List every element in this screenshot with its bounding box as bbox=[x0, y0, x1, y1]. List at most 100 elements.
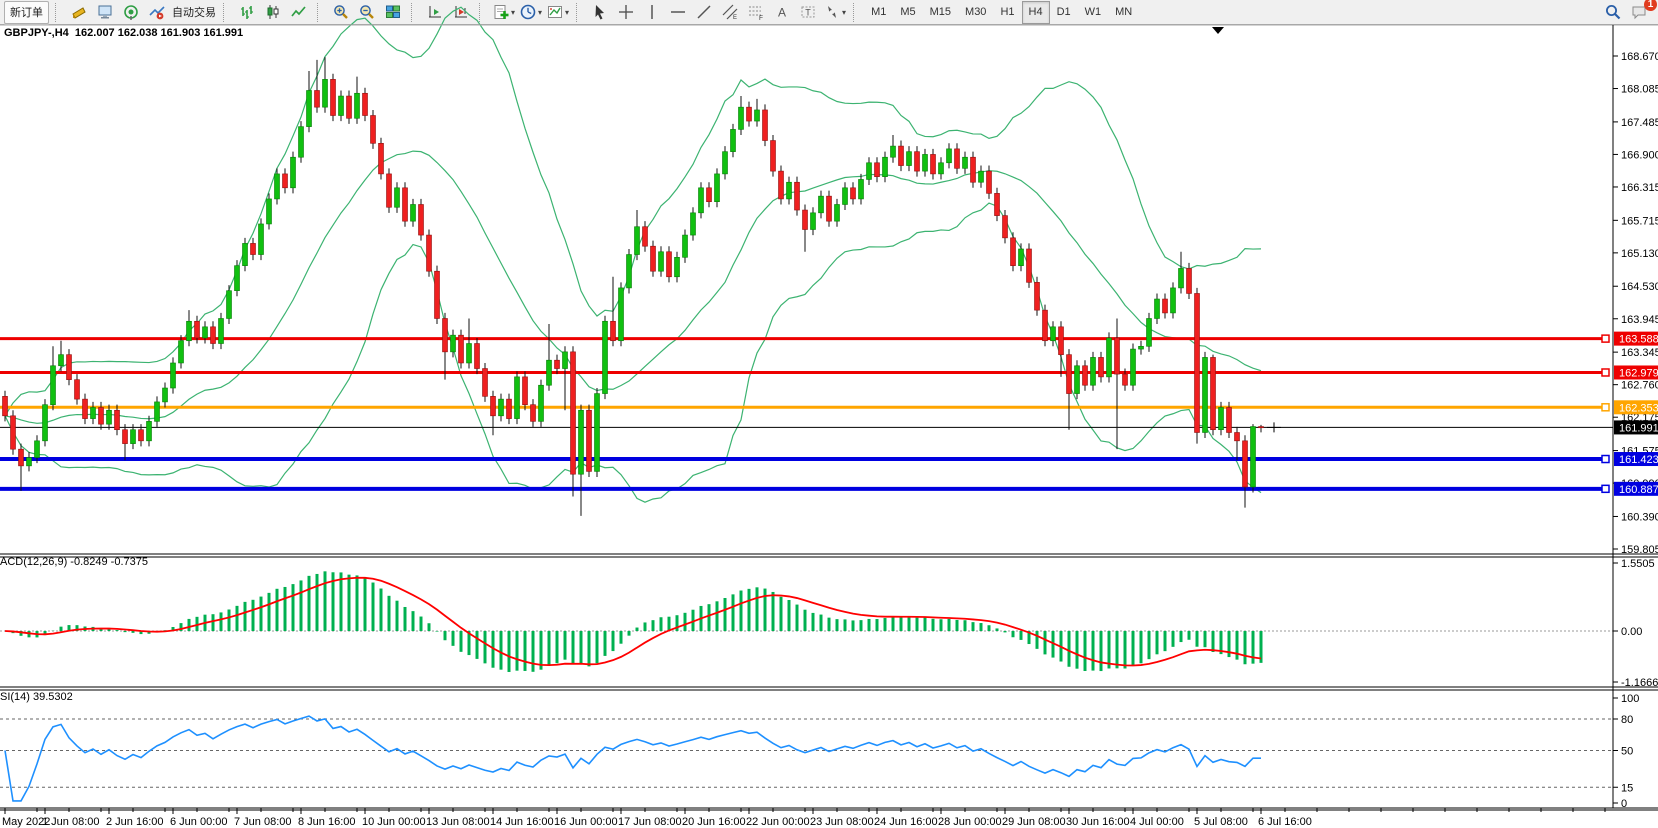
candle-down bbox=[1067, 355, 1072, 394]
candle-up bbox=[291, 157, 296, 188]
candle-up bbox=[691, 213, 696, 235]
time-axis-label: 30 Jun 16:00 bbox=[1066, 816, 1130, 828]
candle-up bbox=[299, 127, 304, 158]
candle-up bbox=[1091, 357, 1096, 385]
candle-down bbox=[435, 271, 440, 318]
candle-down bbox=[371, 116, 376, 144]
time-axis-label: 29 Jun 08:00 bbox=[1002, 816, 1066, 828]
candle-down bbox=[507, 399, 512, 418]
candle-down bbox=[651, 246, 656, 271]
candle-up bbox=[1251, 427, 1256, 487]
candle-up bbox=[787, 182, 792, 199]
price-tick-label: 159.805 bbox=[1621, 544, 1658, 556]
candle-up bbox=[579, 410, 584, 474]
candle-up bbox=[699, 188, 704, 213]
candle-down bbox=[587, 410, 592, 471]
candle-down bbox=[475, 344, 480, 369]
candle-down bbox=[139, 430, 144, 441]
candle-up bbox=[27, 458, 32, 466]
candle-down bbox=[571, 352, 576, 474]
price-label-badge-text: 162.353 bbox=[1619, 402, 1658, 414]
axes: 168.670168.085167.485166.900166.315165.7… bbox=[0, 25, 1658, 828]
candle-down bbox=[763, 110, 768, 141]
macd-scale-label: 0.00 bbox=[1621, 626, 1642, 638]
candle-up bbox=[963, 157, 968, 168]
candle-up bbox=[323, 79, 328, 107]
candle-down bbox=[1099, 357, 1104, 376]
candle-up bbox=[467, 344, 472, 363]
time-axis-label: 23 Jun 08:00 bbox=[810, 816, 874, 828]
candle-down bbox=[403, 188, 408, 221]
candle-down bbox=[771, 141, 776, 172]
candle-down bbox=[1115, 338, 1120, 374]
candle-up bbox=[715, 174, 720, 202]
candle-up bbox=[451, 335, 456, 352]
price-tick-label: 166.900 bbox=[1621, 149, 1658, 161]
candle-down bbox=[1187, 268, 1192, 293]
candle-up bbox=[1219, 407, 1224, 429]
candle-up bbox=[499, 399, 504, 416]
candle-down bbox=[931, 154, 936, 173]
line-handle-marker bbox=[1602, 404, 1609, 411]
candle-up bbox=[339, 96, 344, 115]
time-axis-label: 1 Jun 08:00 bbox=[42, 816, 100, 828]
candle-down bbox=[1235, 432, 1240, 440]
candle-up bbox=[547, 360, 552, 385]
line-handle-marker bbox=[1602, 456, 1609, 463]
candle-down bbox=[555, 360, 560, 368]
time-axis-label: 22 Jun 00:00 bbox=[746, 816, 810, 828]
candle-down bbox=[779, 171, 784, 199]
candle-down bbox=[611, 321, 616, 340]
price-label-badge-text: 161.423 bbox=[1619, 454, 1658, 466]
time-axis-label: 8 Jun 16:00 bbox=[298, 816, 356, 828]
candle-up bbox=[859, 179, 864, 198]
time-axis-label: 7 Jun 08:00 bbox=[234, 816, 292, 828]
candle-up bbox=[171, 363, 176, 388]
candle-up bbox=[1147, 318, 1152, 346]
candle-up bbox=[51, 366, 56, 405]
time-axis-label: 2 Jun 16:00 bbox=[106, 816, 164, 828]
rsi-scale-label: 0 bbox=[1621, 798, 1627, 810]
time-axis-label: 5 Jul 08:00 bbox=[1194, 816, 1248, 828]
candle-down bbox=[875, 163, 880, 177]
candle-down bbox=[443, 318, 448, 351]
candle-down bbox=[363, 93, 368, 115]
time-axis-label: 17 Jun 08:00 bbox=[618, 816, 682, 828]
candle-down bbox=[83, 399, 88, 418]
price-label-badge-text: 163.588 bbox=[1619, 334, 1658, 346]
candle-down bbox=[667, 252, 672, 277]
time-axis-label: 24 Jun 16:00 bbox=[874, 816, 938, 828]
time-axis-label: 20 Jun 16:00 bbox=[682, 816, 746, 828]
candle-up bbox=[1139, 346, 1144, 349]
candle-up bbox=[603, 321, 608, 393]
candle-down bbox=[803, 210, 808, 229]
candle-down bbox=[643, 227, 648, 246]
candle-down bbox=[531, 405, 536, 422]
time-axis-label: 4 Jul 00:00 bbox=[1130, 816, 1184, 828]
chart-shift-marker[interactable] bbox=[1212, 27, 1224, 34]
price-tick-label: 162.760 bbox=[1621, 380, 1658, 392]
price-tick-label: 167.485 bbox=[1621, 117, 1658, 129]
candle-down bbox=[899, 146, 904, 165]
candle-up bbox=[675, 257, 680, 276]
rsi-scale-label: 80 bbox=[1621, 714, 1633, 726]
candle-up bbox=[1019, 249, 1024, 266]
candle-down bbox=[99, 407, 104, 424]
price-tick-label: 163.945 bbox=[1621, 314, 1658, 326]
candle-down bbox=[1011, 238, 1016, 266]
candle-up bbox=[1131, 349, 1136, 385]
candle-up bbox=[179, 341, 184, 363]
horizontal-level-lines bbox=[0, 335, 1613, 492]
candle-down bbox=[987, 171, 992, 193]
candle-up bbox=[267, 199, 272, 224]
candle-up bbox=[59, 355, 64, 366]
candle-up bbox=[147, 421, 152, 440]
candle-up bbox=[843, 188, 848, 205]
candle-down bbox=[3, 396, 8, 415]
price-tick-label: 166.315 bbox=[1621, 182, 1658, 194]
price-chart[interactable]: 168.670168.085167.485166.900166.315165.7… bbox=[0, 0, 1658, 828]
candle-up bbox=[43, 405, 48, 441]
candle-up bbox=[683, 235, 688, 257]
candle-down bbox=[747, 107, 752, 121]
rsi-scale-label: 50 bbox=[1621, 746, 1633, 758]
